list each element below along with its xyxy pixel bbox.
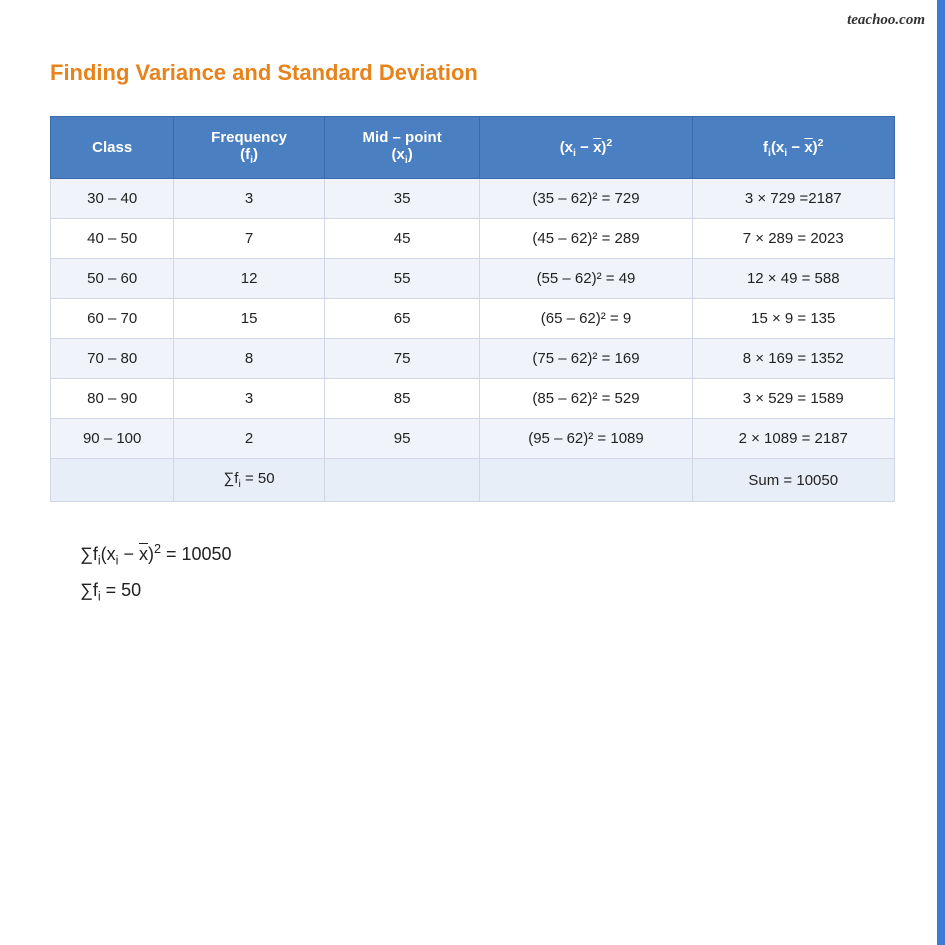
col-midpoint: Mid – point(xi) xyxy=(324,117,480,179)
formula-2: ∑fi = 50 xyxy=(80,580,895,604)
col-dev2: (xi − x)2 xyxy=(480,117,692,179)
table-cell: 50 – 60 xyxy=(51,259,174,299)
table-cell: 7 xyxy=(174,219,324,259)
table-cell: 15 xyxy=(174,299,324,339)
table-cell: 3 × 729 =2187 xyxy=(692,179,894,219)
table-cell: 12 × 49 = 588 xyxy=(692,259,894,299)
table-cell: 3 xyxy=(174,379,324,419)
table-cell: 90 – 100 xyxy=(51,419,174,459)
table-row: 40 – 50745(45 – 62)² = 2897 × 289 = 2023 xyxy=(51,219,895,259)
table-cell: 7 × 289 = 2023 xyxy=(692,219,894,259)
table-cell: (55 – 62)² = 49 xyxy=(480,259,692,299)
table-row: 50 – 601255(55 – 62)² = 4912 × 49 = 588 xyxy=(51,259,895,299)
watermark: teachoo.com xyxy=(847,12,925,29)
table-header-row: Class Frequency(fi) Mid – point(xi) (xi … xyxy=(51,117,895,179)
page-title: Finding Variance and Standard Deviation xyxy=(50,60,895,86)
summary-empty-mid xyxy=(324,459,480,502)
table-cell: 45 xyxy=(324,219,480,259)
variance-table: Class Frequency(fi) Mid – point(xi) (xi … xyxy=(50,116,895,502)
table-cell: 8 × 169 = 1352 xyxy=(692,339,894,379)
table-row: 80 – 90385(85 – 62)² = 5293 × 529 = 1589 xyxy=(51,379,895,419)
summary-empty-class xyxy=(51,459,174,502)
table-cell: 8 xyxy=(174,339,324,379)
table-cell: (85 – 62)² = 529 xyxy=(480,379,692,419)
table-row: 60 – 701565(65 – 62)² = 915 × 9 = 135 xyxy=(51,299,895,339)
col-frequency: Frequency(fi) xyxy=(174,117,324,179)
table-cell: 75 xyxy=(324,339,480,379)
table-cell: 3 xyxy=(174,179,324,219)
table-cell: (35 – 62)² = 729 xyxy=(480,179,692,219)
formulas-section: ∑fi(xi − x)2 = 10050 ∑fi = 50 xyxy=(50,542,895,603)
formula-1: ∑fi(xi − x)2 = 10050 xyxy=(80,542,895,568)
col-class: Class xyxy=(51,117,174,179)
col-fdev2: fi(xi − x)2 xyxy=(692,117,894,179)
table-cell: 3 × 529 = 1589 xyxy=(692,379,894,419)
table-cell: 2 xyxy=(174,419,324,459)
table-row: 90 – 100295(95 – 62)² = 10892 × 1089 = 2… xyxy=(51,419,895,459)
table-cell: 55 xyxy=(324,259,480,299)
table-row: 70 – 80875(75 – 62)² = 1698 × 169 = 1352 xyxy=(51,339,895,379)
table-cell: 80 – 90 xyxy=(51,379,174,419)
table-cell: (45 – 62)² = 289 xyxy=(480,219,692,259)
right-accent-bar xyxy=(937,0,945,945)
summary-fdev2: Sum = 10050 xyxy=(692,459,894,502)
table-cell: 2 × 1089 = 2187 xyxy=(692,419,894,459)
table-cell: 30 – 40 xyxy=(51,179,174,219)
summary-freq: ∑fi = 50 xyxy=(174,459,324,502)
table-cell: (95 – 62)² = 1089 xyxy=(480,419,692,459)
table-cell: 70 – 80 xyxy=(51,339,174,379)
table-cell: 40 – 50 xyxy=(51,219,174,259)
table-cell: (75 – 62)² = 169 xyxy=(480,339,692,379)
summary-row: ∑fi = 50 Sum = 10050 xyxy=(51,459,895,502)
table-cell: (65 – 62)² = 9 xyxy=(480,299,692,339)
table-cell: 85 xyxy=(324,379,480,419)
summary-empty-dev xyxy=(480,459,692,502)
table-cell: 95 xyxy=(324,419,480,459)
table-cell: 15 × 9 = 135 xyxy=(692,299,894,339)
table-row: 30 – 40335(35 – 62)² = 7293 × 729 =2187 xyxy=(51,179,895,219)
table-cell: 12 xyxy=(174,259,324,299)
table-cell: 65 xyxy=(324,299,480,339)
table-cell: 35 xyxy=(324,179,480,219)
table-cell: 60 – 70 xyxy=(51,299,174,339)
